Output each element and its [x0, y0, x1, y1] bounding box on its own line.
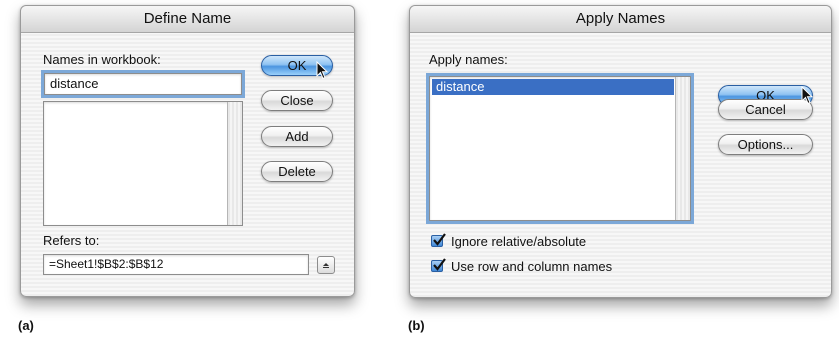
add-button[interactable]: Add [261, 126, 333, 147]
ignore-relative-checkbox[interactable] [431, 233, 446, 247]
list-item[interactable]: distance [432, 79, 674, 95]
name-input[interactable]: distance [41, 70, 245, 98]
refers-to-input[interactable]: =Sheet1!$B$2:$B$12 [43, 254, 309, 275]
define-name-dialog: Define Name Names in workbook: distance … [20, 5, 355, 297]
checkmark-icon [433, 258, 446, 271]
ignore-relative-label[interactable]: Ignore relative/absolute [451, 234, 586, 249]
names-in-workbook-label: Names in workbook: [43, 52, 161, 67]
apply-names-title: Apply Names [410, 6, 831, 33]
close-button[interactable]: Close [261, 90, 333, 111]
apply-names-label: Apply names: [429, 52, 508, 67]
refers-to-label: Refers to: [43, 233, 100, 248]
options-button[interactable]: Options... [718, 134, 813, 155]
checkmark-icon [433, 233, 446, 246]
names-list[interactable] [43, 101, 243, 226]
delete-button[interactable]: Delete [261, 161, 333, 182]
cancel-button[interactable]: Cancel [718, 99, 813, 120]
define-name-title: Define Name [21, 6, 354, 33]
names-list-scrollbar[interactable] [227, 102, 242, 225]
apply-names-list[interactable]: distance [426, 73, 694, 224]
collapse-dialog-button[interactable] [317, 256, 335, 274]
use-row-column-label[interactable]: Use row and column names [451, 259, 612, 274]
apply-names-dialog: Apply Names Apply names: distance OK Can… [409, 5, 832, 298]
caption-b: (b) [408, 318, 425, 333]
use-row-column-checkbox[interactable] [431, 258, 446, 272]
collapse-icon [323, 263, 329, 268]
caption-a: (a) [18, 318, 34, 333]
apply-names-list-scrollbar[interactable] [675, 77, 690, 220]
mouse-pointer-icon [801, 86, 814, 105]
mouse-pointer-icon [316, 61, 329, 80]
